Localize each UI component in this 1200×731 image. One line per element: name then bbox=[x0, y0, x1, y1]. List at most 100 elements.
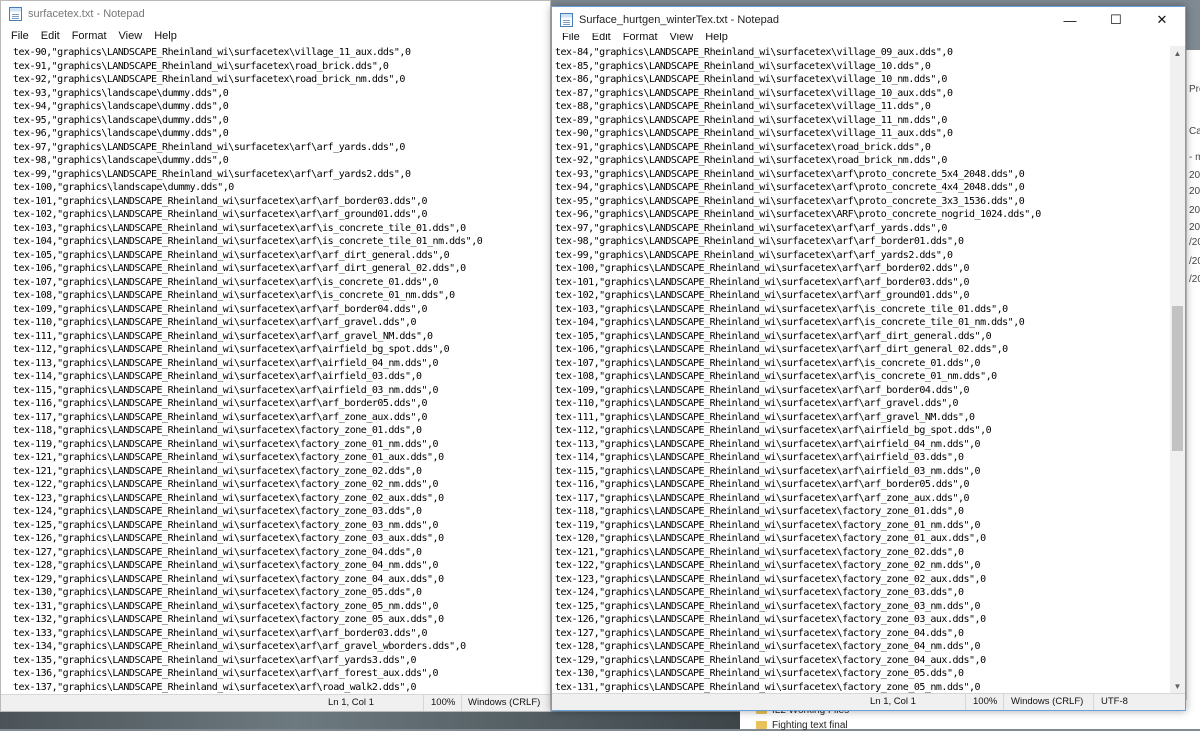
text-line: tex-126,"graphics\LANDSCAPE_Rheinland_wi… bbox=[555, 614, 986, 625]
text-line: tex-111,"graphics\LANDSCAPE_Rheinland_wi… bbox=[13, 330, 433, 342]
explorer-fragment: 202 bbox=[1189, 186, 1200, 197]
status-bar: Ln 1, Col 1 100% Windows (CRLF) bbox=[1, 694, 550, 711]
text-line: tex-114,"graphics\LANDSCAPE_Rheinland_wi… bbox=[555, 452, 964, 463]
text-line: tex-106,"graphics\LANDSCAPE_Rheinland_wi… bbox=[13, 263, 466, 274]
text-line: tex-105,"graphics\LANDSCAPE_Rheinland_wi… bbox=[13, 249, 450, 261]
status-divider bbox=[1093, 694, 1094, 710]
text-line: tex-96,"graphics\landscape\dummy.dds",0 bbox=[13, 128, 229, 139]
text-line: tex-109,"graphics\LANDSCAPE_Rheinland_wi… bbox=[555, 384, 970, 396]
text-editor[interactable]: tex-90,"graphics\LANDSCAPE_Rheinland_wi\… bbox=[1, 46, 550, 695]
explorer-list-item[interactable]: Fighting text final bbox=[756, 720, 848, 731]
explorer-fragment: /20 bbox=[1189, 256, 1200, 267]
title-bar[interactable]: Surface_hurtgen_winterTex.txt - Notepad … bbox=[552, 7, 1185, 33]
title-bar[interactable]: surfacetex.txt - Notepad bbox=[1, 1, 550, 27]
explorer-fragment: Pro bbox=[1189, 84, 1200, 95]
text-line: tex-122,"graphics\LANDSCAPE_Rheinland_wi… bbox=[555, 560, 981, 571]
text-line: tex-135,"graphics\LANDSCAPE_Rheinland_wi… bbox=[13, 654, 417, 666]
zoom-level: 100% bbox=[431, 697, 456, 708]
text-line: tex-105,"graphics\LANDSCAPE_Rheinland_wi… bbox=[555, 330, 992, 342]
notepad-window-surfacetex[interactable]: surfacetex.txt - Notepad File Edit Forma… bbox=[0, 0, 551, 712]
text-line: tex-86,"graphics\LANDSCAPE_Rheinland_wi\… bbox=[555, 74, 947, 85]
text-line: tex-97,"graphics\LANDSCAPE_Rheinland_wi\… bbox=[13, 141, 405, 153]
folder-icon bbox=[756, 721, 767, 730]
text-line: tex-121,"graphics\LANDSCAPE_Rheinland_wi… bbox=[555, 546, 964, 558]
text-line: tex-103,"graphics\LANDSCAPE_Rheinland_wi… bbox=[555, 303, 1008, 315]
status-divider bbox=[423, 695, 424, 711]
cursor-position: Ln 1, Col 1 bbox=[870, 696, 916, 707]
status-divider bbox=[461, 695, 462, 711]
explorer-fragment: /20 bbox=[1189, 237, 1200, 248]
text-line: tex-129,"graphics\LANDSCAPE_Rheinland_wi… bbox=[13, 573, 444, 585]
text-line: tex-101,"graphics\LANDSCAPE_Rheinland_wi… bbox=[13, 195, 428, 207]
line-ending: Windows (CRLF) bbox=[1011, 696, 1084, 707]
text-line: tex-113,"graphics\LANDSCAPE_Rheinland_wi… bbox=[555, 438, 981, 450]
text-line: tex-99,"graphics\LANDSCAPE_Rheinland_wi\… bbox=[555, 249, 953, 261]
menu-view[interactable]: View bbox=[113, 30, 149, 42]
text-line: tex-108,"graphics\LANDSCAPE_Rheinland_wi… bbox=[555, 371, 997, 382]
text-line: tex-130,"graphics\LANDSCAPE_Rheinland_wi… bbox=[555, 668, 964, 679]
text-line: tex-116,"graphics\LANDSCAPE_Rheinland_wi… bbox=[555, 479, 970, 490]
scroll-up-icon[interactable]: ▲ bbox=[1170, 46, 1185, 61]
scroll-down-icon[interactable]: ▼ bbox=[1170, 679, 1185, 694]
text-line: tex-117,"graphics\LANDSCAPE_Rheinland_wi… bbox=[555, 492, 970, 504]
text-line: tex-94,"graphics\landscape\dummy.dds",0 bbox=[13, 101, 229, 112]
maximize-button[interactable]: ☐ bbox=[1093, 7, 1139, 33]
text-line: tex-100,"graphics\LANDSCAPE_Rheinland_wi… bbox=[555, 263, 970, 274]
text-line: tex-111,"graphics\LANDSCAPE_Rheinland_wi… bbox=[555, 411, 975, 423]
zoom-level: 100% bbox=[973, 696, 998, 707]
text-line: tex-99,"graphics\LANDSCAPE_Rheinland_wi\… bbox=[13, 168, 411, 180]
text-line: tex-121,"graphics\LANDSCAPE_Rheinland_wi… bbox=[13, 452, 444, 463]
text-line: tex-112,"graphics\LANDSCAPE_Rheinland_wi… bbox=[555, 425, 992, 436]
text-line: tex-123,"graphics\LANDSCAPE_Rheinland_wi… bbox=[13, 492, 444, 504]
text-line: tex-113,"graphics\LANDSCAPE_Rheinland_wi… bbox=[13, 357, 439, 369]
close-button[interactable]: ✕ bbox=[1139, 7, 1185, 33]
vertical-scrollbar[interactable]: ▲ ▼ bbox=[1170, 46, 1185, 694]
text-line: tex-131,"graphics\LANDSCAPE_Rheinland_wi… bbox=[555, 681, 981, 693]
text-line: tex-84,"graphics\LANDSCAPE_Rheinland_wi\… bbox=[555, 47, 953, 58]
text-line: tex-132,"graphics\LANDSCAPE_Rheinland_wi… bbox=[13, 614, 444, 625]
notepad-icon bbox=[560, 13, 573, 27]
minimize-button[interactable]: — bbox=[1047, 7, 1093, 33]
text-line: tex-122,"graphics\LANDSCAPE_Rheinland_wi… bbox=[13, 479, 439, 490]
explorer-fragment: Can bbox=[1189, 126, 1200, 137]
text-line: tex-93,"graphics\LANDSCAPE_Rheinland_wi\… bbox=[555, 168, 1025, 180]
text-line: tex-88,"graphics\LANDSCAPE_Rheinland_wi\… bbox=[555, 101, 931, 112]
menu-file[interactable]: File bbox=[5, 30, 35, 42]
text-line: tex-104,"graphics\LANDSCAPE_Rheinland_wi… bbox=[13, 236, 483, 247]
menu-format[interactable]: Format bbox=[66, 30, 113, 42]
text-line: tex-115,"graphics\LANDSCAPE_Rheinland_wi… bbox=[555, 465, 981, 477]
status-divider bbox=[1003, 694, 1004, 710]
scrollbar-thumb[interactable] bbox=[1172, 306, 1183, 451]
text-line: tex-92,"graphics\LANDSCAPE_Rheinland_wi\… bbox=[13, 74, 405, 85]
text-line: tex-118,"graphics\LANDSCAPE_Rheinland_wi… bbox=[555, 506, 964, 517]
text-line: tex-124,"graphics\LANDSCAPE_Rheinland_wi… bbox=[555, 587, 964, 598]
text-line: tex-95,"graphics\landscape\dummy.dds",0 bbox=[13, 114, 229, 126]
text-line: tex-130,"graphics\LANDSCAPE_Rheinland_wi… bbox=[13, 587, 422, 598]
status-bar: Ln 1, Col 1 100% Windows (CRLF) UTF-8 bbox=[552, 693, 1185, 710]
text-line: tex-129,"graphics\LANDSCAPE_Rheinland_wi… bbox=[555, 654, 986, 666]
window-title: surfacetex.txt - Notepad bbox=[28, 8, 145, 20]
text-line: tex-98,"graphics\LANDSCAPE_Rheinland_wi\… bbox=[555, 236, 964, 247]
text-line: tex-107,"graphics\LANDSCAPE_Rheinland_wi… bbox=[555, 357, 981, 369]
explorer-fragment: 202 bbox=[1189, 205, 1200, 216]
text-line: tex-100,"graphics\landscape\dummy.dds",0 bbox=[13, 182, 234, 193]
text-line: tex-85,"graphics\LANDSCAPE_Rheinland_wi\… bbox=[555, 60, 931, 72]
text-line: tex-87,"graphics\LANDSCAPE_Rheinland_wi\… bbox=[555, 87, 953, 99]
text-line: tex-110,"graphics\LANDSCAPE_Rheinland_wi… bbox=[555, 398, 959, 409]
text-line: tex-114,"graphics\LANDSCAPE_Rheinland_wi… bbox=[13, 371, 422, 382]
background-explorer-window: Pro Can - mo 202 202 202 202 /20 /20 /20 bbox=[1186, 50, 1200, 729]
menu-help[interactable]: Help bbox=[148, 30, 183, 42]
text-line: tex-95,"graphics\LANDSCAPE_Rheinland_wi\… bbox=[555, 195, 1025, 207]
menu-bar: File Edit Format View Help bbox=[1, 27, 550, 45]
text-line: tex-134,"graphics\LANDSCAPE_Rheinland_wi… bbox=[13, 641, 466, 652]
text-line: tex-117,"graphics\LANDSCAPE_Rheinland_wi… bbox=[13, 411, 428, 423]
cursor-position: Ln 1, Col 1 bbox=[328, 697, 374, 708]
text-line: tex-94,"graphics\LANDSCAPE_Rheinland_wi\… bbox=[555, 182, 1025, 193]
notepad-window-hurtgen[interactable]: Surface_hurtgen_winterTex.txt - Notepad … bbox=[551, 6, 1186, 711]
text-line: tex-137,"graphics\LANDSCAPE_Rheinland_wi… bbox=[13, 681, 417, 693]
text-line: tex-127,"graphics\LANDSCAPE_Rheinland_wi… bbox=[13, 546, 422, 558]
text-line: tex-97,"graphics\LANDSCAPE_Rheinland_wi\… bbox=[555, 222, 947, 234]
text-editor[interactable]: tex-84,"graphics\LANDSCAPE_Rheinland_wi\… bbox=[552, 46, 1170, 694]
menu-edit[interactable]: Edit bbox=[35, 30, 66, 42]
text-line: tex-131,"graphics\LANDSCAPE_Rheinland_wi… bbox=[13, 600, 439, 612]
